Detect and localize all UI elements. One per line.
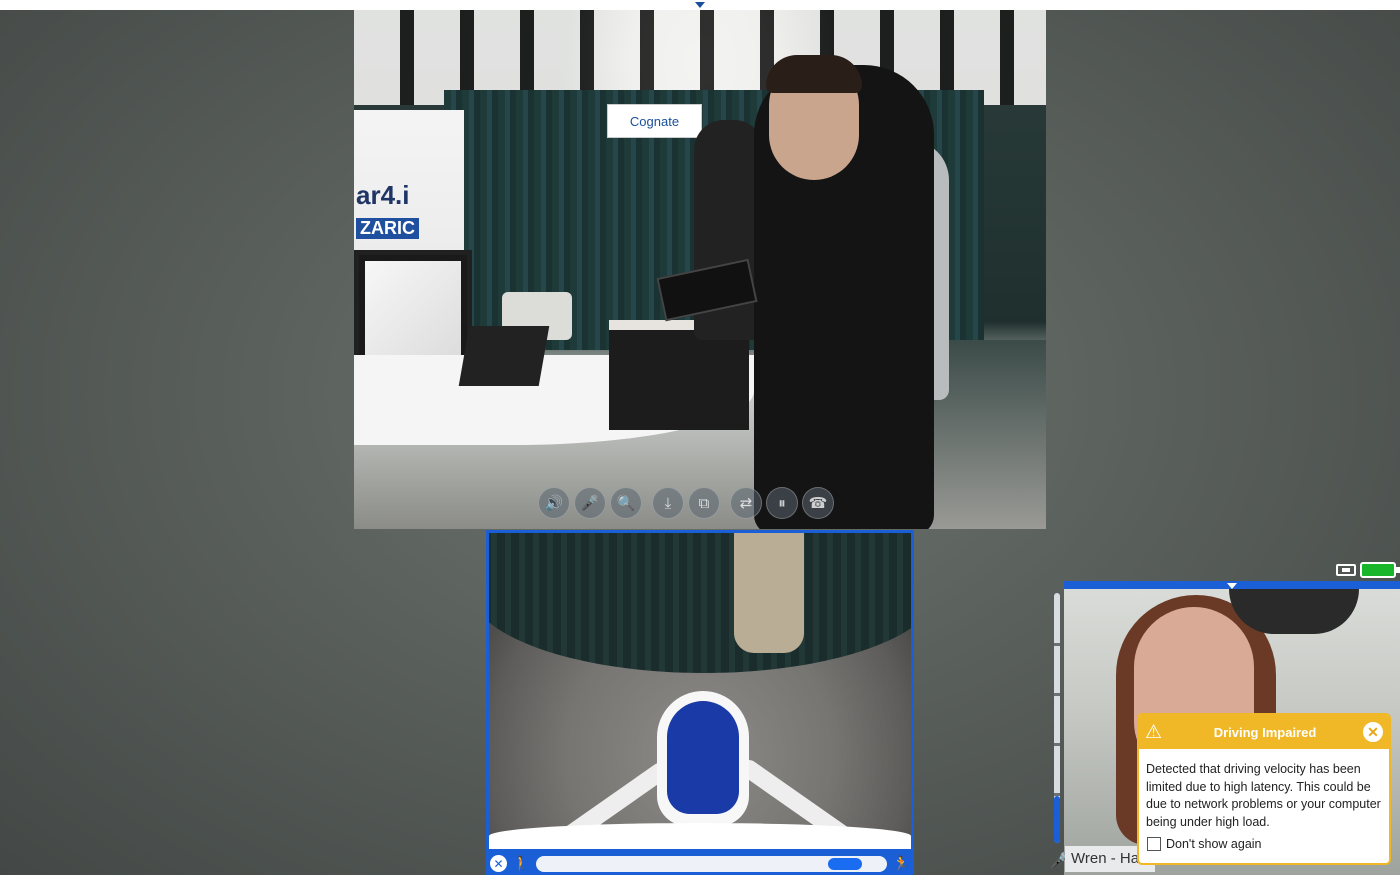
speed-slider-handle[interactable] bbox=[828, 857, 863, 870]
main-camera-view[interactable]: ar4.i ZARIC Cognate 🔊 🎤 🔍 ⤓ ⧉ ⇄ ⏸ ☎ bbox=[354, 10, 1046, 529]
run-icon[interactable]: 🏃 bbox=[893, 855, 910, 872]
microphone-icon[interactable]: 🎤 bbox=[574, 487, 606, 519]
person-hair bbox=[766, 55, 862, 93]
volume-tick bbox=[1054, 643, 1060, 646]
dont-show-again-label[interactable]: Don't show again bbox=[1166, 837, 1262, 851]
top-bar bbox=[0, 0, 1400, 10]
download-icon[interactable]: ⤓ bbox=[652, 487, 684, 519]
video-toolbar: 🔊 🎤 🔍 ⤓ ⧉ ⇄ ⏸ ☎ bbox=[538, 484, 834, 522]
speaker-icon[interactable]: 🔊 bbox=[538, 487, 570, 519]
screenshot-icon[interactable]: ⧉ bbox=[688, 487, 720, 519]
drive-speed-bar: ✕ 🚶 🏃 bbox=[486, 852, 914, 875]
driving-impaired-popup: ⚠ Driving Impaired ✕ Detected that drivi… bbox=[1137, 713, 1391, 865]
popup-title: Driving Impaired bbox=[1213, 724, 1317, 740]
booth-text-logo: ZARIC bbox=[356, 218, 419, 239]
person-legs bbox=[734, 533, 804, 653]
warning-icon: ⚠ bbox=[1145, 721, 1163, 743]
zoom-icon[interactable]: 🔍 bbox=[610, 487, 642, 519]
close-icon[interactable]: ✕ bbox=[490, 855, 507, 872]
switch-camera-icon[interactable]: ⇄ bbox=[730, 487, 762, 519]
popup-message: Detected that driving velocity has been … bbox=[1146, 762, 1381, 829]
hangup-icon[interactable]: ☎ bbox=[802, 487, 834, 519]
robot-base bbox=[657, 691, 749, 826]
volume-slider[interactable] bbox=[1054, 593, 1060, 843]
robot-edge bbox=[489, 823, 911, 849]
floor-camera-view[interactable] bbox=[486, 530, 914, 852]
booth-text: ar4.i bbox=[356, 180, 410, 210]
battery-icon bbox=[1360, 562, 1400, 578]
dont-show-again[interactable]: Don't show again bbox=[1139, 831, 1389, 851]
network-icon bbox=[1336, 564, 1356, 576]
speed-slider[interactable] bbox=[536, 855, 887, 872]
collapse-arrow-icon[interactable] bbox=[695, 2, 705, 8]
close-icon[interactable]: ✕ bbox=[1363, 722, 1383, 742]
laptop bbox=[458, 326, 550, 386]
walk-icon[interactable]: 🚶 bbox=[513, 855, 530, 872]
volume-tick bbox=[1054, 693, 1060, 696]
status-icons bbox=[1336, 562, 1400, 578]
curtain bbox=[489, 533, 911, 673]
volume-level bbox=[1054, 795, 1060, 843]
booth-sign: Cognate bbox=[607, 104, 702, 138]
pause-icon[interactable]: ⏸ bbox=[766, 487, 798, 519]
volume-tick bbox=[1054, 743, 1060, 746]
popup-header: ⚠ Driving Impaired ✕ bbox=[1139, 715, 1389, 749]
dont-show-again-checkbox[interactable] bbox=[1147, 837, 1161, 851]
